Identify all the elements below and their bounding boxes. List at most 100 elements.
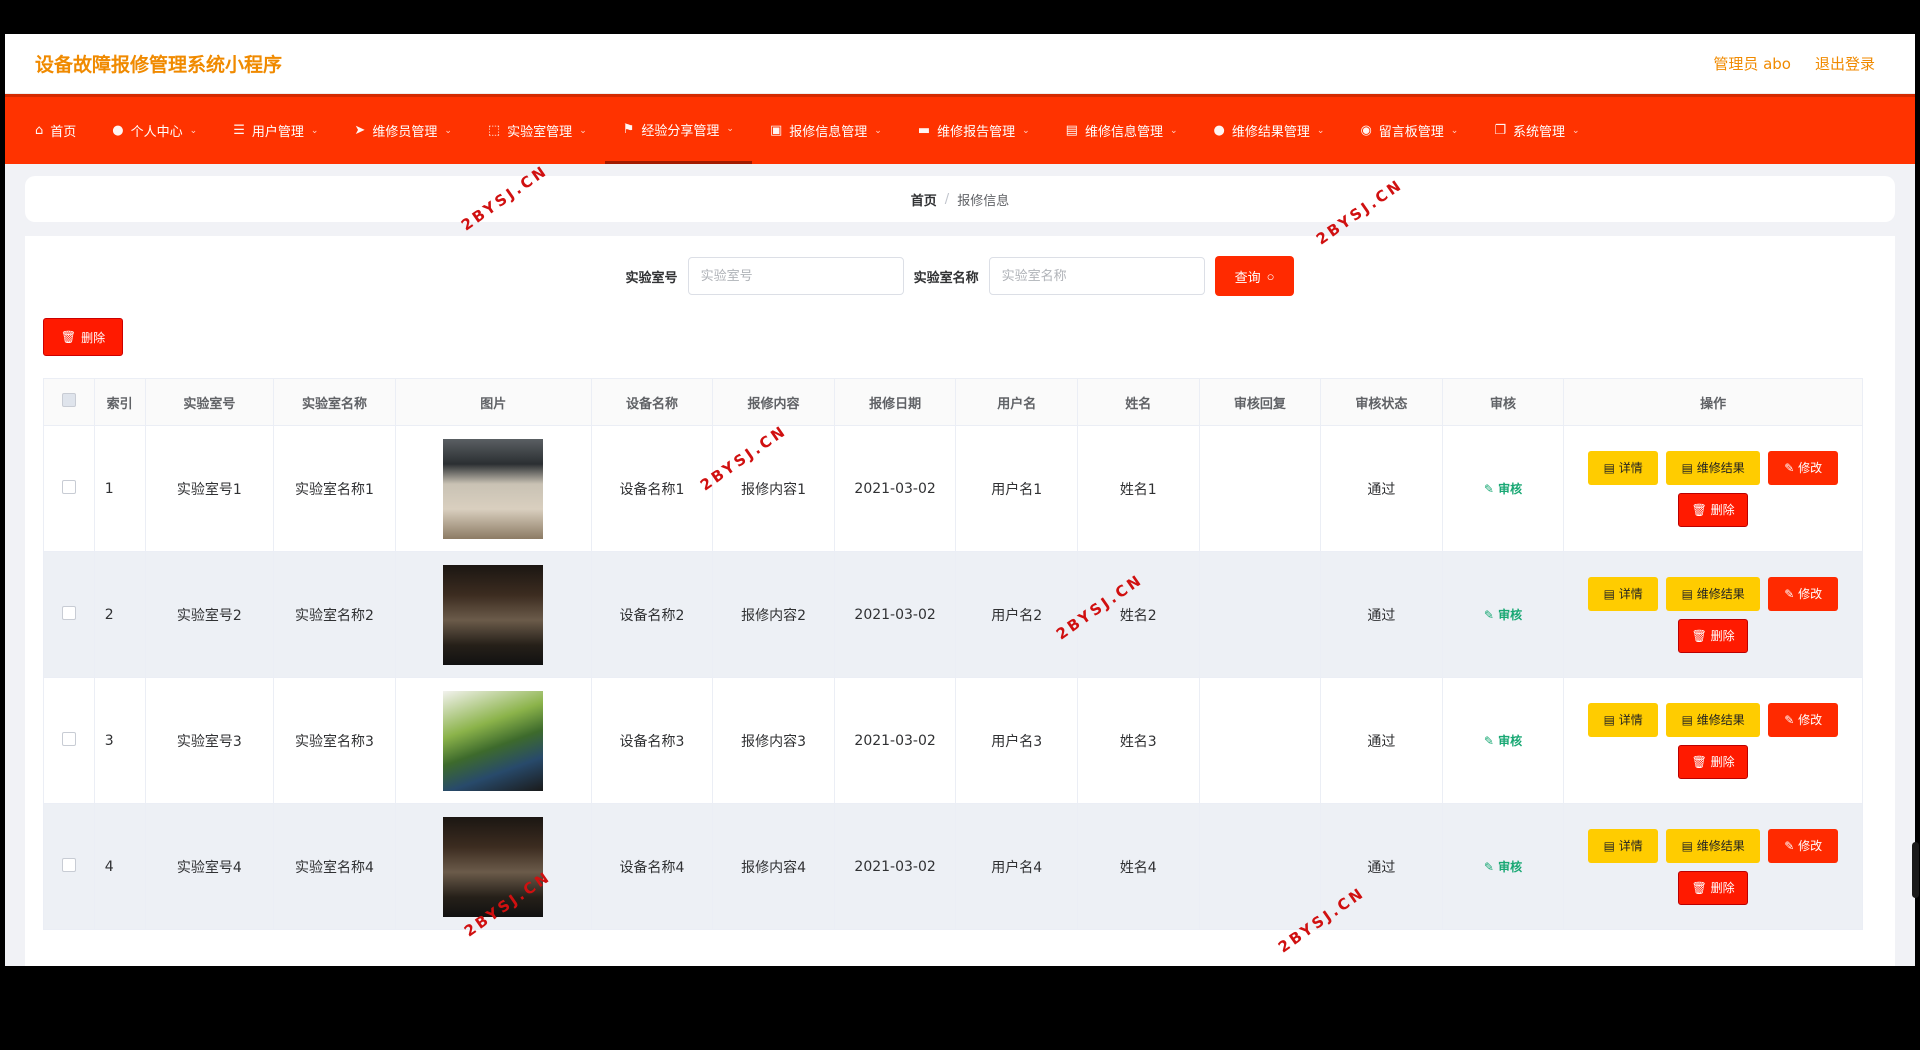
- main-nav: ⌂ 首页 ● 个人中心 ⌄ ☰ 用户管理 ⌄ ➤ 维修员管理 ⌄ ⬚ 实验室管理 ⌄ ⚑ 经验分享管理 ⌄ ▣ 报修…: [5, 94, 1915, 164]
- nav-item-2[interactable]: ☰ 用户管理 ⌄: [215, 97, 336, 164]
- cell-reply: [1198, 677, 1322, 804]
- chevron-down-icon: ⌄: [874, 125, 882, 136]
- row-select-cell[interactable]: [43, 425, 95, 552]
- row-select-cell[interactable]: [43, 551, 95, 678]
- detail-button[interactable]: ▤ 详情: [1588, 702, 1659, 737]
- table-row: 4 实验室号4 实验室名称4 设备名称4 报修内容4 2021-03-02 用户名4 姓名4 通…: [43, 803, 1863, 930]
- flag-icon: ⚑: [622, 121, 635, 137]
- cell-index: 3: [93, 677, 146, 804]
- audit-link[interactable]: ✎ 审核: [1484, 482, 1522, 496]
- lab-name-input[interactable]: [988, 257, 1205, 295]
- column-header: 审核回复: [1198, 378, 1322, 426]
- nav-item-label: 首页: [50, 125, 77, 140]
- row-select-cell[interactable]: [43, 803, 95, 930]
- column-header: 报修日期: [833, 378, 957, 426]
- home-icon: ⌂: [35, 123, 44, 138]
- column-header: 设备名称: [590, 378, 714, 426]
- cell-image: [394, 425, 592, 552]
- query-button[interactable]: 查询 ○: [1214, 256, 1295, 296]
- delete-button[interactable]: 🗑 删除: [1678, 618, 1749, 653]
- admin-label[interactable]: 管理员 abo: [1713, 53, 1791, 74]
- audit-link[interactable]: ✎ 审核: [1484, 734, 1522, 748]
- detail-button[interactable]: ▤ 详情: [1588, 576, 1659, 611]
- cell-username: 用户名3: [955, 677, 1078, 804]
- detail-button[interactable]: ▤ 详情: [1588, 828, 1659, 863]
- row-checkbox[interactable]: [61, 731, 76, 746]
- lab-photo[interactable]: [443, 690, 544, 791]
- edit-button[interactable]: ✎ 修改: [1768, 828, 1839, 863]
- user-icon: ●: [1213, 123, 1225, 138]
- send-icon: ➤: [354, 123, 366, 138]
- cell-actions: ▤ 详情 ▤ 维修结果 ✎ 修改 🗑 删除: [1563, 425, 1863, 552]
- nav-item-11[interactable]: ❐ 系统管理 ⌄: [1476, 97, 1597, 164]
- cell-name: 姓名2: [1076, 551, 1200, 678]
- repair-result-button[interactable]: ▤ 维修结果: [1666, 450, 1761, 485]
- row-select-cell[interactable]: [43, 677, 95, 804]
- cell-audit: ✎ 审核: [1441, 425, 1565, 552]
- cell-lab_name: 实验室名称2: [273, 551, 396, 678]
- chevron-down-icon: ⌄: [444, 125, 452, 136]
- table-row: 2 实验室号2 实验室名称2 设备名称2 报修内容2 2021-03-02 用户名2 姓名2 通…: [43, 551, 1863, 678]
- app-title: 设备故障报修管理系统小程序: [35, 54, 283, 76]
- query-label: 查询: [1234, 269, 1261, 285]
- edit-button[interactable]: ✎ 修改: [1768, 702, 1839, 737]
- breadcrumb-home[interactable]: 首页: [911, 190, 937, 209]
- nav-item-8[interactable]: ▤ 维修信息管理 ⌄: [1048, 97, 1196, 164]
- repair-result-button[interactable]: ▤ 维修结果: [1666, 702, 1761, 737]
- nav-item-7[interactable]: ▬ 维修报告管理 ⌄: [900, 97, 1048, 164]
- lab-photo[interactable]: [443, 564, 544, 665]
- nav-item-5[interactable]: ⚑ 经验分享管理 ⌄: [604, 97, 752, 164]
- cell-username: 用户名4: [955, 803, 1078, 930]
- cell-actions: ▤ 详情 ▤ 维修结果 ✎ 修改 🗑 删除: [1563, 551, 1863, 678]
- edit-button[interactable]: ✎ 修改: [1768, 576, 1839, 611]
- copy-icon: ❐: [1494, 123, 1506, 138]
- nav-item-label: 个人中心: [130, 125, 183, 140]
- cell-device: 设备名称3: [590, 677, 714, 804]
- chevron-down-icon: ⌄: [310, 125, 319, 136]
- cell-actions: ▤ 详情 ▤ 维修结果 ✎ 修改 🗑 删除: [1563, 677, 1863, 804]
- nav-item-9[interactable]: ● 维修结果管理 ⌄: [1196, 97, 1343, 164]
- repair-result-button[interactable]: ▤ 维修结果: [1666, 828, 1761, 863]
- cell-device: 设备名称4: [590, 803, 714, 930]
- cell-device: 设备名称2: [590, 551, 714, 678]
- cell-lab_name: 实验室名称1: [273, 425, 396, 552]
- nav-item-10[interactable]: ◉ 留言板管理 ⌄: [1342, 97, 1476, 164]
- cell-name: 姓名4: [1076, 803, 1200, 930]
- logout-link[interactable]: 退出登录: [1815, 53, 1875, 74]
- nav-item-label: 留言板管理: [1378, 125, 1444, 140]
- cell-image: [394, 677, 592, 804]
- repair-result-button[interactable]: ▤ 维修结果: [1666, 576, 1761, 611]
- action-row: ▤ 详情 ▤ 维修结果 ✎ 修改: [1588, 702, 1839, 737]
- delete-button[interactable]: 🗑 删除: [1678, 870, 1749, 905]
- nav-item-label: 维修信息管理: [1084, 125, 1163, 140]
- lab-photo[interactable]: [443, 816, 544, 917]
- trash-icon: 🗑: [60, 330, 77, 344]
- row-checkbox[interactable]: [61, 857, 76, 872]
- nav-item-3[interactable]: ➤ 维修员管理 ⌄: [336, 97, 469, 164]
- delete-button[interactable]: 🗑 删除: [1678, 492, 1749, 527]
- nav-item-6[interactable]: ▣ 报修信息管理 ⌄: [752, 97, 900, 164]
- lab-photo[interactable]: [443, 438, 544, 539]
- row-checkbox[interactable]: [61, 479, 76, 494]
- scrollbar-thumb[interactable]: [1912, 842, 1919, 898]
- top-header: 设备故障报修管理系统小程序 管理员 abo 退出登录: [5, 34, 1915, 94]
- edit-button[interactable]: ✎ 修改: [1768, 450, 1839, 485]
- nav-item-1[interactable]: ● 个人中心 ⌄: [94, 97, 215, 164]
- nav-item-0[interactable]: ⌂ 首页: [17, 97, 94, 164]
- chevron-down-icon: ⌄: [1450, 125, 1459, 136]
- chevron-down-icon: ⌄: [726, 124, 734, 134]
- lab-no-input[interactable]: [687, 257, 904, 295]
- batch-delete-button[interactable]: 🗑 删除: [43, 318, 123, 356]
- audit-link[interactable]: ✎ 审核: [1484, 608, 1522, 622]
- row-checkbox[interactable]: [61, 605, 76, 620]
- delete-button[interactable]: 🗑 删除: [1678, 744, 1749, 779]
- breadcrumb: 首页 / 报修信息: [25, 176, 1895, 222]
- cell-audit: ✎ 审核: [1441, 677, 1565, 804]
- audit-link[interactable]: ✎ 审核: [1484, 860, 1522, 874]
- nav-item-4[interactable]: ⬚ 实验室管理 ⌄: [470, 97, 605, 164]
- detail-button[interactable]: ▤ 详情: [1588, 450, 1659, 485]
- select-all-checkbox[interactable]: [61, 393, 76, 407]
- cell-content: 报修内容3: [712, 677, 835, 804]
- cell-username: 用户名2: [955, 551, 1078, 678]
- select-all-cell[interactable]: [43, 378, 95, 426]
